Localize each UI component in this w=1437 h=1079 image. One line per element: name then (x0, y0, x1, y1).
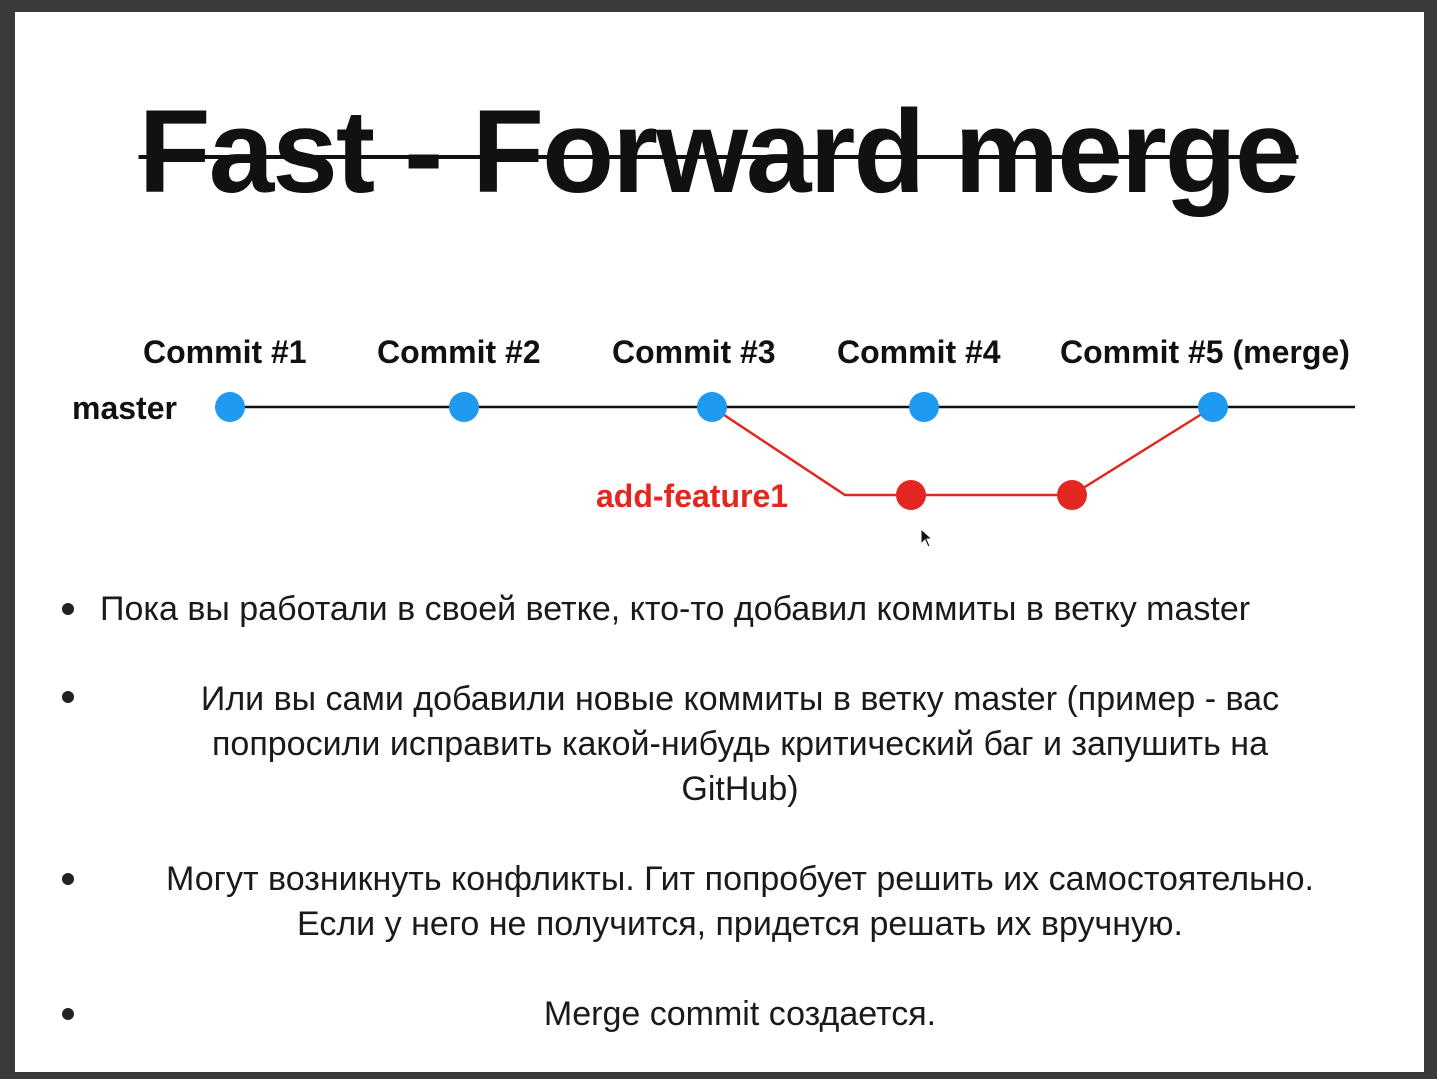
bullet-dot-4 (62, 1008, 74, 1020)
bullet-list: Пока вы работали в своей ветке, кто-то д… (0, 0, 1437, 1079)
bullet-text-2-line-2: попросили исправить какой-нибудь критиче… (212, 725, 1268, 763)
bullet-text-3-line-1: Могут возникнуть конфликты. Гит попробуе… (166, 860, 1314, 898)
bullet-text-1: Пока вы работали в своей ветке, кто-то д… (100, 590, 1251, 628)
slide-frame: Fast - Forward merge Commit #1 Commit #2… (0, 0, 1437, 1079)
bullet-dot-2 (62, 691, 74, 703)
bullet-text-3-line-2: Если у него не получится, придется решат… (297, 905, 1183, 943)
bullet-text-2-line-3: GitHub) (681, 770, 799, 808)
bullet-dot-3 (62, 873, 74, 885)
bullet-text-4: Merge commit создается. (543, 995, 937, 1033)
bullet-dot-1 (62, 603, 74, 615)
bullet-text-2-line-1: Или вы сами добавили новые коммиты в вет… (200, 680, 1280, 718)
